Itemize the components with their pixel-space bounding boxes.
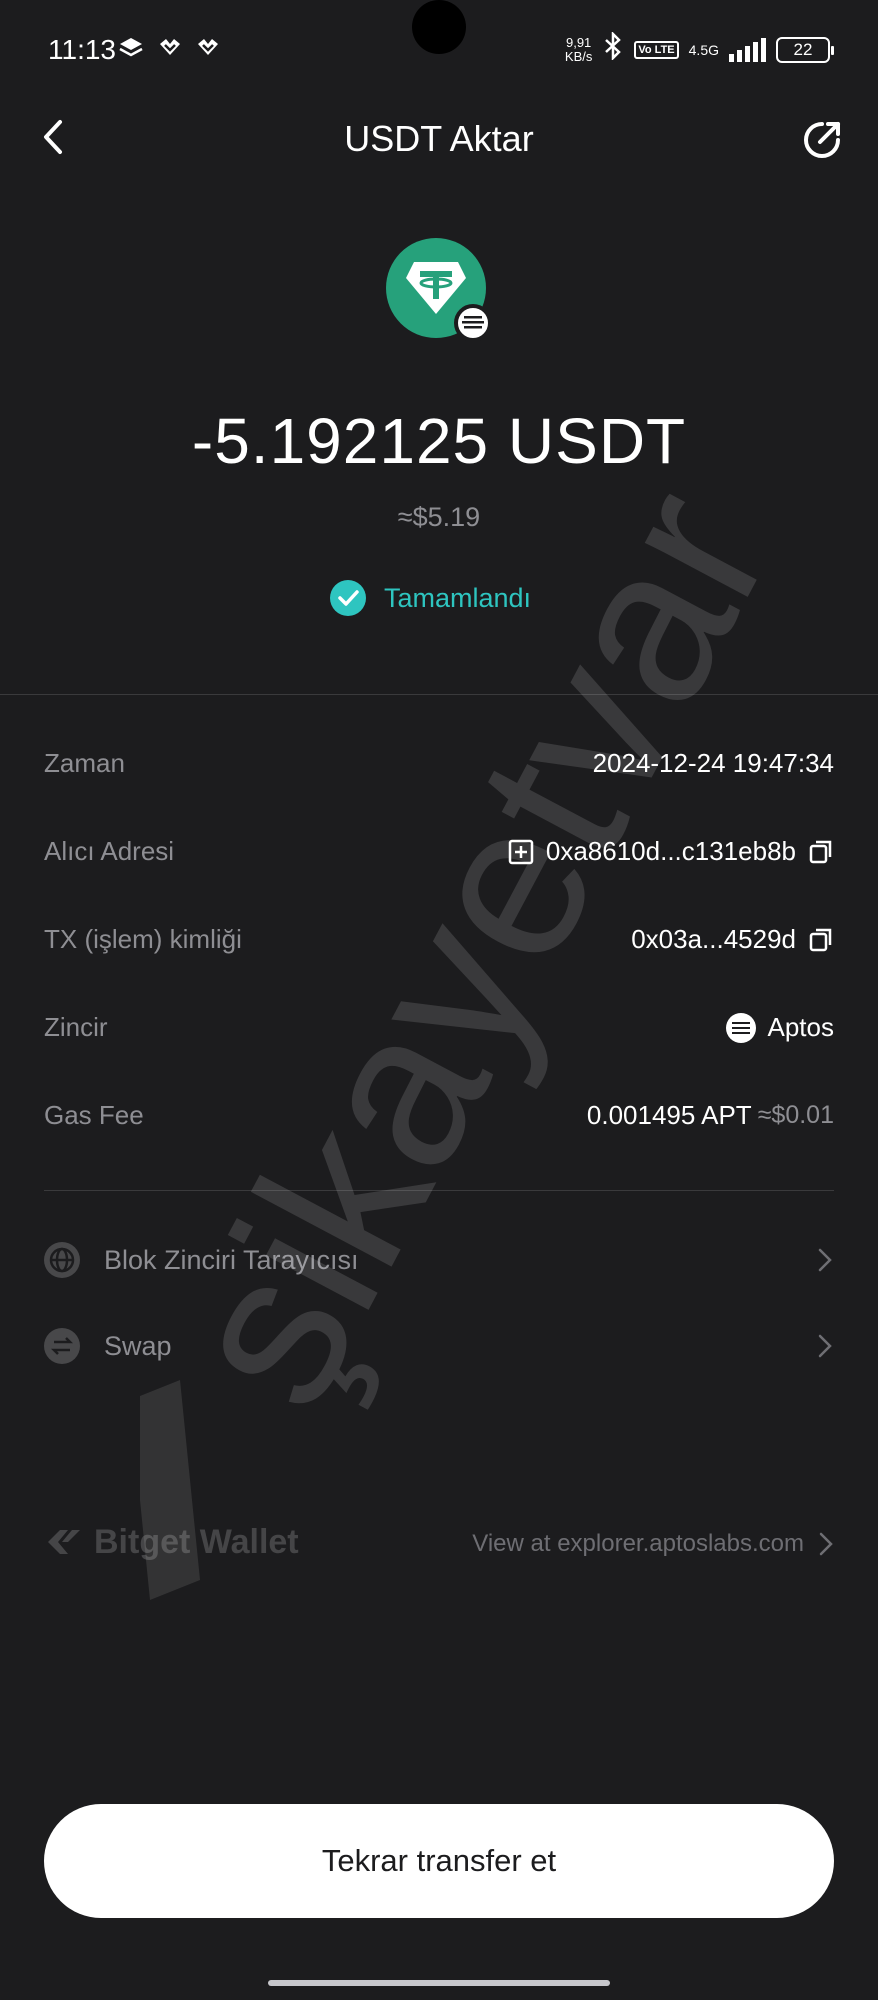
home-indicator[interactable] — [268, 1980, 610, 1986]
camera-cutout — [412, 0, 466, 54]
detail-row-recipient: Alıcı Adresi 0xa8610d...c131eb8b — [44, 836, 834, 876]
transfer-amount: -5.192125 USDT — [191, 405, 687, 477]
explorer-link-label: View at explorer.aptoslabs.com — [472, 1530, 804, 1557]
chevron-right-icon — [818, 1334, 832, 1358]
share-button[interactable] — [798, 116, 846, 164]
chain-label: Zincir — [44, 1012, 108, 1042]
txid-value: 0x03a...4529d — [631, 924, 796, 954]
swap-label: Swap — [104, 1330, 172, 1361]
fiat-value: ≈$5.19 — [397, 502, 481, 532]
status-time: 11:13 — [48, 34, 116, 65]
copy-icon[interactable] — [808, 839, 834, 865]
explorer-link[interactable]: View at explorer.aptoslabs.com — [472, 1530, 834, 1558]
status-indicator: Tamamlandı — [330, 580, 531, 616]
blockchain-explorer-label: Blok Zinciri Tarayıcısı — [104, 1244, 359, 1275]
detail-row-gas: Gas Fee 0.001495 APT ≈$0.01 — [44, 1100, 834, 1140]
aptos-icon — [462, 316, 484, 329]
recipient-address: 0xa8610d...c131eb8b — [545, 836, 796, 866]
copy-icon[interactable] — [808, 927, 834, 953]
layers-icon — [118, 36, 144, 58]
divider — [0, 694, 878, 695]
status-label: Tamamlandı — [384, 582, 532, 613]
add-contact-icon[interactable] — [508, 839, 534, 865]
detail-row-chain: Zincir Aptos — [44, 1012, 834, 1052]
swap-link[interactable]: Swap — [44, 1324, 834, 1368]
bitget-wallet-brand: Bitget Wallet — [44, 1522, 299, 1562]
bitget-logo-icon — [48, 1530, 80, 1554]
battery-icon: 22 — [776, 36, 834, 63]
check-circle-icon — [330, 580, 366, 616]
globe-icon — [44, 1242, 80, 1278]
time-label: Zaman — [44, 748, 125, 778]
bluetooth-icon — [602, 30, 624, 67]
txid-label: TX (işlem) kimliği — [44, 924, 242, 954]
status-right: 9,91 KB/s Vo LTE 4.5G 22 — [564, 30, 834, 67]
detail-row-time: Zaman 2024-12-24 19:47:34 — [44, 748, 834, 788]
gas-fiat: ≈$0.01 — [757, 1101, 834, 1129]
divider — [44, 1190, 834, 1191]
network-speed: 9,91 KB/s — [564, 34, 593, 64]
transfer-again-button[interactable]: Tekrar transfer et — [44, 1804, 834, 1918]
status-bar: 11:13 9,91 KB/s Vo LTE 4.5G 22 — [0, 0, 878, 100]
chevron-right-icon — [819, 1532, 833, 1556]
brand-label: Bitget Wallet — [94, 1522, 299, 1561]
aptos-icon — [725, 1012, 756, 1043]
chevron-right-icon — [818, 1248, 832, 1272]
share-external-icon — [804, 122, 840, 158]
app-notification-icon — [194, 36, 220, 58]
time-value: 2024-12-24 19:47:34 — [592, 748, 834, 778]
blockchain-explorer-link[interactable]: Blok Zinciri Tarayıcısı — [44, 1238, 834, 1282]
recipient-label: Alıcı Adresi — [44, 836, 175, 866]
volte-badge: Vo LTE — [634, 40, 679, 59]
aptos-chain-badge — [454, 304, 492, 342]
gas-label: Gas Fee — [44, 1100, 144, 1130]
network-type: 4.5G — [688, 41, 719, 58]
signal-icon — [729, 37, 766, 62]
chain-value: Aptos — [767, 1012, 835, 1042]
gas-value: 0.001495 APT — [586, 1100, 752, 1130]
page-title: USDT Aktar — [344, 118, 534, 159]
swap-icon — [44, 1328, 80, 1364]
detail-row-txid: TX (işlem) kimliği 0x03a...4529d — [44, 924, 834, 964]
notification-icons — [118, 36, 220, 58]
app-notification-icon — [156, 36, 182, 58]
